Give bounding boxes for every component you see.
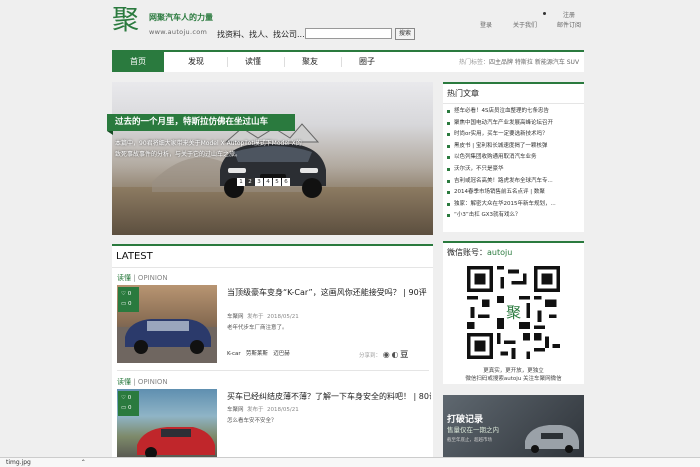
- about-link[interactable]: 关于我们: [513, 20, 537, 29]
- article-date: 2018/05/21: [267, 314, 299, 320]
- qr-logo: 聚: [506, 303, 521, 321]
- hot-articles-panel: 热门文章 拯车必看！4S店员泣血整理的七条忠告 聚焦中国电动汽车产业发展高峰论坛…: [443, 82, 584, 232]
- download-item[interactable]: timg.jpg ⌃: [6, 459, 86, 466]
- list-item[interactable]: 2014春季市场销售前五名点评 | 数聚: [447, 187, 580, 199]
- share-bar: 分享到： ◉ ◐ 豆: [359, 349, 408, 360]
- article-category-sub[interactable]: OPINION: [138, 378, 168, 386]
- article-meta: 车聚网 发布于 2018/05/21: [227, 312, 299, 320]
- article-author[interactable]: 车聚网: [227, 314, 244, 320]
- search-label: 找资料、找人、找公司...: [217, 30, 305, 39]
- like-count: 0: [127, 395, 132, 401]
- slider-car-image: [220, 123, 326, 198]
- share-label: 分享到：: [359, 353, 382, 359]
- article-title[interactable]: 当顶级豪车变身“K-Car”，这画风你还能接受吗？ | 90评: [227, 287, 431, 299]
- nav-item-home[interactable]: 首页: [112, 52, 164, 72]
- article-category-main[interactable]: 读懂: [117, 378, 131, 386]
- article-divider: [117, 370, 429, 371]
- ad-small-text: 截至年底止，超越市场: [447, 438, 492, 443]
- slider-page-5[interactable]: 5: [273, 178, 281, 186]
- article-category-sub[interactable]: OPINION: [138, 274, 168, 282]
- slider-page-1[interactable]: 1: [237, 178, 245, 186]
- slider-page-2[interactable]: 2: [246, 178, 254, 186]
- search-button[interactable]: 搜索: [395, 28, 415, 40]
- ad-subtitle: 售量仅在一期之内: [447, 426, 499, 434]
- download-file-name[interactable]: timg.jpg: [6, 459, 31, 466]
- hot-tags-links[interactable]: 四主品牌 特斯拉 新能源汽车 SUV: [489, 59, 579, 66]
- login-link[interactable]: 登录: [480, 20, 492, 29]
- list-item[interactable]: 时尚or实用，买车一定要选新技术吗？: [447, 129, 580, 141]
- wechat-title: 微信账号：autoju: [443, 243, 584, 262]
- register-bullet-icon: [543, 12, 546, 15]
- hot-tags: 热门标签：四主品牌 特斯拉 新能源汽车 SUV: [459, 57, 579, 66]
- like-count: 0: [127, 291, 132, 297]
- article-excerpt: 怎么看车安不安全？: [227, 418, 277, 424]
- douban-icon[interactable]: 豆: [400, 350, 408, 359]
- site-slogan: 网聚汽车人的力量: [149, 13, 213, 22]
- wechat-account: autoju: [487, 248, 513, 257]
- slider-pagination: 123456: [237, 177, 291, 186]
- comment-count: 0: [127, 301, 132, 307]
- subscribe-link[interactable]: 邮件订阅: [557, 20, 581, 29]
- article-category: 读懂 | OPINION: [117, 378, 168, 386]
- list-item[interactable]: 以色列集团收购通用取消汽车业务: [447, 152, 580, 164]
- slider-description: 本篇中，90君将细大家带来关于Model X Autopilot模式下Model…: [115, 140, 302, 158]
- wechat-caption-2: 微信扫码或搜索autoju 关注车聚网微信: [465, 376, 562, 382]
- site-logo[interactable]: 聚: [112, 6, 139, 36]
- nav-item-circle[interactable]: 圈子: [341, 52, 393, 72]
- list-item[interactable]: 聚焦中国电动汽车产业发展高峰论坛召开: [447, 118, 580, 130]
- tag-link[interactable]: 劳斯莱斯: [246, 351, 268, 357]
- site-header: [0, 0, 700, 48]
- slider-title[interactable]: 过去的一个月里，特斯拉仿佛在坐过山车: [107, 114, 295, 131]
- heart-icon[interactable]: ♡: [121, 291, 126, 297]
- list-item[interactable]: 拯车必看！4S店员泣血整理的七条忠告: [447, 106, 580, 118]
- nav-item-read[interactable]: 读懂: [227, 52, 279, 72]
- site-domain: www.autoju.com: [149, 28, 208, 36]
- comment-icon[interactable]: ▭: [121, 301, 126, 307]
- article-category-main[interactable]: 读懂: [117, 274, 131, 282]
- hot-articles-title: 热门文章: [443, 84, 584, 104]
- article-stats-badge: ♡ 0 ▭ 0: [118, 391, 139, 416]
- article-date-label: 发布于: [247, 314, 264, 320]
- article-tags: K-car 劳斯莱斯 迈巴赫: [227, 349, 290, 357]
- tag-link[interactable]: K-car: [227, 351, 241, 357]
- hot-tags-label: 热门标签：: [459, 59, 490, 66]
- article-excerpt: 老年代步车厂商注意了。: [227, 325, 288, 331]
- list-item[interactable]: 沃尔沃，不只是豪华: [447, 164, 580, 176]
- article-category: 读懂 | OPINION: [117, 274, 168, 282]
- article-stats-badge: ♡ 0 ▭ 0: [118, 287, 139, 312]
- article-author[interactable]: 车聚网: [227, 407, 244, 413]
- article-title[interactable]: 买车已经纠结皮薄不薄？了解一下车身安全的料吧！ | 80说: [227, 391, 431, 403]
- list-item[interactable]: “小3”击杠 GX3就有戏么？: [447, 210, 580, 222]
- tag-link[interactable]: 迈巴赫: [273, 351, 290, 357]
- slider-page-4[interactable]: 4: [264, 178, 272, 186]
- latest-heading: LATEST: [112, 246, 433, 268]
- list-item[interactable]: 吉利或冠名高美！路虎发布全球汽车专...: [447, 176, 580, 188]
- hot-articles-list: 拯车必看！4S店员泣血整理的七条忠告 聚焦中国电动汽车产业发展高峰论坛召开 时尚…: [443, 104, 584, 224]
- comment-icon[interactable]: ▭: [121, 405, 126, 411]
- ad-car-image: [525, 425, 579, 453]
- wechat-qr-code[interactable]: 聚: [467, 266, 560, 359]
- chevron-up-icon[interactable]: ⌃: [81, 459, 86, 466]
- comment-count: 0: [127, 405, 132, 411]
- search-input[interactable]: [305, 28, 392, 39]
- nav-item-discover[interactable]: 发现: [170, 52, 222, 72]
- article-date-label: 发布于: [247, 407, 264, 413]
- register-link[interactable]: 注册: [563, 10, 575, 19]
- download-bar: [0, 457, 700, 467]
- slider-page-6[interactable]: 6: [282, 178, 290, 186]
- wechat-icon[interactable]: ◐: [392, 350, 399, 359]
- article-meta: 车聚网 发布于 2018/05/21: [227, 405, 299, 413]
- wechat-title-label: 微信账号：: [447, 248, 487, 257]
- heart-icon[interactable]: ♡: [121, 395, 126, 401]
- article-date: 2018/05/21: [267, 407, 299, 413]
- wechat-caption-1: 更真实，更开放，更独立: [483, 368, 544, 374]
- weibo-icon[interactable]: ◉: [383, 350, 390, 359]
- ribbon-fold-icon: [107, 131, 113, 135]
- slider-page-3[interactable]: 3: [255, 178, 263, 186]
- nav-item-friends[interactable]: 聚友: [284, 52, 336, 72]
- list-item[interactable]: 独家：解密大众在华2015年新车规划，...: [447, 199, 580, 211]
- list-item[interactable]: 黑皮书 | 宝利和长城速度揭了一颗核弹: [447, 141, 580, 153]
